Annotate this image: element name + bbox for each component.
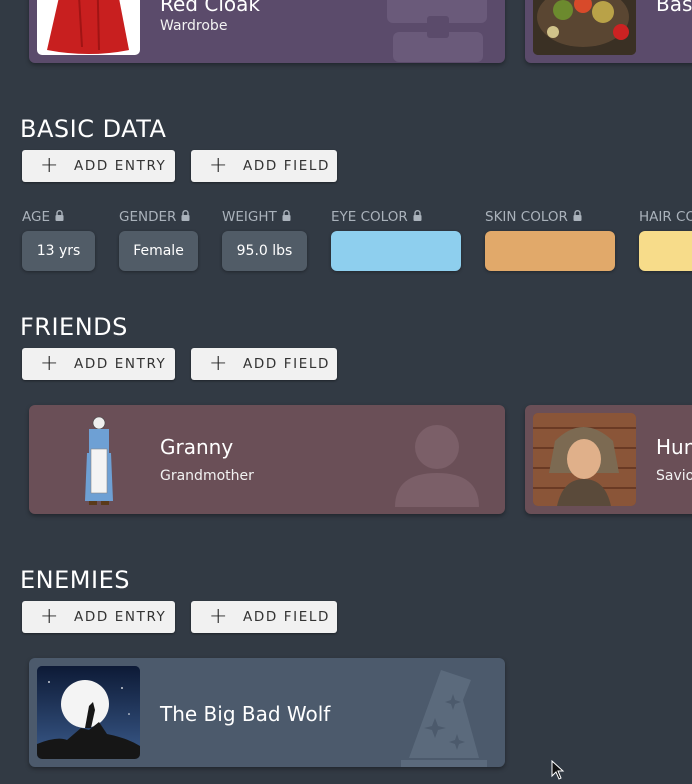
plus-icon: + bbox=[209, 153, 230, 178]
lock-icon bbox=[413, 209, 422, 225]
weight-value-chip[interactable]: 95.0 lbs bbox=[222, 231, 307, 271]
button-label: ADD ENTRY bbox=[74, 356, 167, 372]
card-subtitle: Savio bbox=[656, 468, 692, 484]
lock-icon bbox=[181, 209, 190, 225]
basic-data-heading: BASIC DATA bbox=[20, 115, 167, 143]
card-title: Granny bbox=[160, 435, 234, 459]
friend-card-granny[interactable]: Granny Grandmother bbox=[29, 405, 505, 514]
button-label: ADD FIELD bbox=[243, 356, 330, 372]
add-entry-button[interactable]: + ADD ENTRY bbox=[22, 601, 175, 633]
gender-value-chip[interactable]: Female bbox=[119, 231, 198, 271]
field-label-eye-color: EYE COLOR bbox=[331, 209, 422, 225]
add-field-button[interactable]: + ADD FIELD bbox=[191, 348, 337, 380]
plus-icon: + bbox=[40, 153, 61, 178]
add-field-button[interactable]: + ADD FIELD bbox=[191, 601, 337, 633]
plus-icon: + bbox=[40, 351, 61, 376]
plus-icon: + bbox=[209, 604, 230, 629]
button-label: ADD FIELD bbox=[243, 158, 330, 174]
friend-card-huntsman[interactable]: Hun Savio bbox=[525, 405, 692, 514]
basket-thumbnail bbox=[533, 0, 636, 55]
plus-icon: + bbox=[40, 604, 61, 629]
eye-color-swatch[interactable] bbox=[331, 231, 461, 271]
friends-heading: FRIENDS bbox=[20, 313, 128, 341]
inventory-card-red-cloak[interactable]: Red Cloak Wardrobe bbox=[29, 0, 505, 63]
inventory-card-basket[interactable]: Basket bbox=[525, 0, 692, 63]
card-subtitle: Grandmother bbox=[160, 468, 254, 484]
skin-color-swatch[interactable] bbox=[485, 231, 615, 271]
card-title: Hun bbox=[656, 435, 692, 459]
card-title: The Big Bad Wolf bbox=[160, 702, 331, 726]
button-label: ADD FIELD bbox=[243, 609, 330, 625]
red-cloak-thumbnail bbox=[37, 0, 140, 55]
field-label-hair-color: HAIR CO bbox=[639, 209, 692, 225]
enemy-card-big-bad-wolf[interactable]: The Big Bad Wolf bbox=[29, 658, 505, 767]
enemies-heading: ENEMIES bbox=[20, 566, 130, 594]
age-value-chip[interactable]: 13 yrs bbox=[22, 231, 95, 271]
hair-color-swatch[interactable] bbox=[639, 231, 692, 271]
card-title: Red Cloak bbox=[160, 0, 260, 16]
add-entry-button[interactable]: + ADD ENTRY bbox=[22, 150, 175, 182]
huntsman-thumbnail bbox=[533, 413, 636, 506]
wolf-thumbnail bbox=[37, 666, 140, 759]
add-field-button[interactable]: + ADD FIELD bbox=[191, 150, 337, 182]
lock-icon bbox=[55, 209, 64, 225]
card-title: Basket bbox=[656, 0, 692, 16]
mouse-cursor bbox=[551, 759, 565, 784]
field-label-age: AGE bbox=[22, 209, 64, 225]
add-entry-button[interactable]: + ADD ENTRY bbox=[22, 348, 175, 380]
field-label-weight: WEIGHT bbox=[222, 209, 291, 225]
button-label: ADD ENTRY bbox=[74, 609, 167, 625]
wizard-hat-icon bbox=[401, 670, 487, 767]
field-label-skin-color: SKIN COLOR bbox=[485, 209, 582, 225]
button-label: ADD ENTRY bbox=[74, 158, 167, 174]
person-icon bbox=[395, 423, 479, 511]
granny-thumbnail bbox=[37, 413, 140, 506]
field-label-gender: GENDER bbox=[119, 209, 190, 225]
lock-icon bbox=[282, 209, 291, 225]
plus-icon: + bbox=[209, 351, 230, 376]
treasure-chest-icon bbox=[387, 0, 487, 63]
card-subtitle: Wardrobe bbox=[160, 18, 228, 34]
lock-icon bbox=[573, 209, 582, 225]
